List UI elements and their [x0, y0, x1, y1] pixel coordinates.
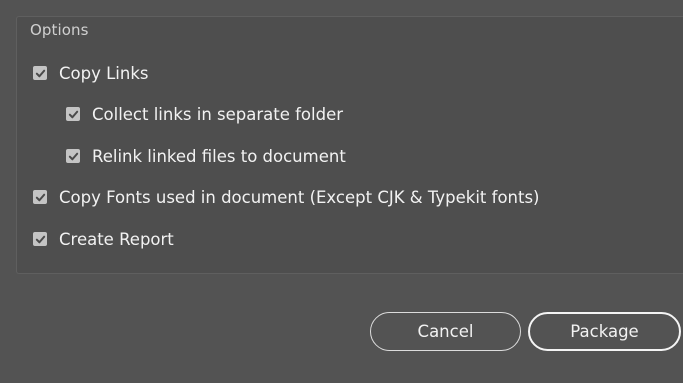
copy-fonts-label: Copy Fonts used in document (Except CJK … — [59, 187, 540, 207]
relink-files-label: Relink linked files to document — [92, 146, 346, 166]
collect-links-checkbox[interactable] — [66, 107, 80, 121]
collect-links-label: Collect links in separate folder — [92, 104, 344, 124]
checkmark-icon — [35, 235, 45, 243]
copy-links-label: Copy Links — [59, 63, 149, 83]
checkmark-icon — [68, 110, 78, 118]
copy-links-option[interactable]: Copy Links — [33, 62, 149, 84]
relink-files-option[interactable]: Relink linked files to document — [66, 145, 346, 167]
package-dialog: Options Copy Links Collect links in sepa… — [0, 0, 683, 383]
checkmark-icon — [68, 152, 78, 160]
checkmark-icon — [35, 193, 45, 201]
relink-files-checkbox[interactable] — [66, 149, 80, 163]
cancel-button[interactable]: Cancel — [370, 312, 521, 351]
options-title: Options — [30, 21, 89, 39]
checkmark-icon — [35, 69, 45, 77]
copy-fonts-checkbox[interactable] — [33, 190, 47, 204]
copy-links-checkbox[interactable] — [33, 66, 47, 80]
package-button[interactable]: Package — [528, 312, 681, 351]
create-report-checkbox[interactable] — [33, 232, 47, 246]
copy-fonts-option[interactable]: Copy Fonts used in document (Except CJK … — [33, 186, 540, 208]
create-report-option[interactable]: Create Report — [33, 228, 174, 250]
create-report-label: Create Report — [59, 229, 174, 249]
collect-links-option[interactable]: Collect links in separate folder — [66, 103, 343, 125]
